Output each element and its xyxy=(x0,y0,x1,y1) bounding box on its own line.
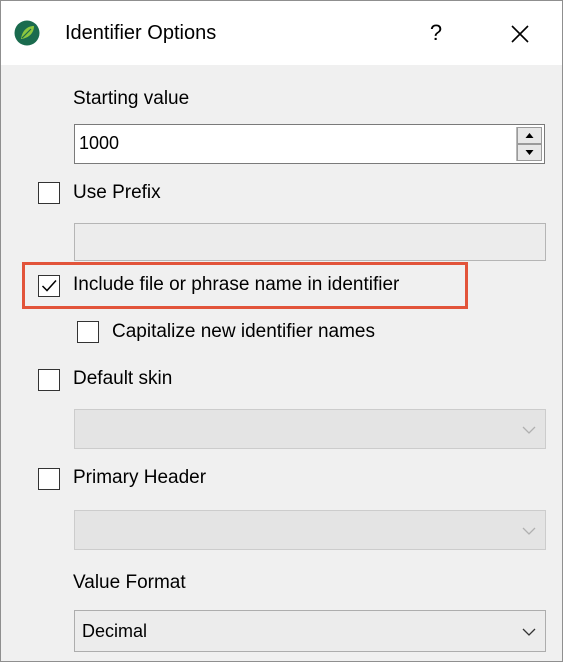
use-prefix-label: Use Prefix xyxy=(73,182,161,203)
use-prefix-checkbox[interactable] xyxy=(38,182,60,204)
prefix-input[interactable] xyxy=(74,223,546,261)
chevron-down-icon xyxy=(522,426,536,434)
starting-value-field[interactable]: 1000 xyxy=(79,131,119,155)
default-skin-dropdown[interactable] xyxy=(74,409,546,449)
dialog-title: Identifier Options xyxy=(65,22,217,44)
starting-value-label: Starting value xyxy=(73,88,190,109)
starting-value-spinbox[interactable]: 1000 xyxy=(74,124,545,164)
arrow-up-icon xyxy=(525,133,534,138)
chevron-down-icon xyxy=(522,628,536,636)
checkmark-icon xyxy=(41,279,57,292)
include-name-checkbox[interactable] xyxy=(38,275,60,297)
help-button[interactable]: ? xyxy=(421,17,451,49)
spin-down-button[interactable] xyxy=(517,144,542,161)
capitalize-checkbox[interactable] xyxy=(77,321,99,343)
title-bar: Identifier Options ? xyxy=(1,1,562,65)
chevron-down-icon xyxy=(522,527,536,535)
primary-header-label: Primary Header xyxy=(73,467,207,488)
value-format-label: Value Format xyxy=(73,572,186,593)
default-skin-label: Default skin xyxy=(73,368,173,389)
close-icon[interactable] xyxy=(505,19,535,49)
include-name-label: Include file or phrase name in identifie… xyxy=(73,274,400,295)
spin-buttons xyxy=(516,127,542,161)
identifier-options-dialog: Identifier Options ? Starting value 1000 xyxy=(0,0,563,662)
primary-header-dropdown[interactable] xyxy=(74,510,546,550)
arrow-down-icon xyxy=(525,150,534,155)
dialog-body: Starting value 1000 Use Prefix Include f… xyxy=(1,65,562,661)
value-format-dropdown[interactable]: Decimal xyxy=(74,610,546,652)
primary-header-checkbox[interactable] xyxy=(38,468,60,490)
capitalize-label: Capitalize new identifier names xyxy=(112,321,375,342)
spin-up-button[interactable] xyxy=(517,127,542,144)
default-skin-checkbox[interactable] xyxy=(38,369,60,391)
value-format-selected: Decimal xyxy=(82,621,148,641)
leaf-logo-icon xyxy=(14,20,40,46)
